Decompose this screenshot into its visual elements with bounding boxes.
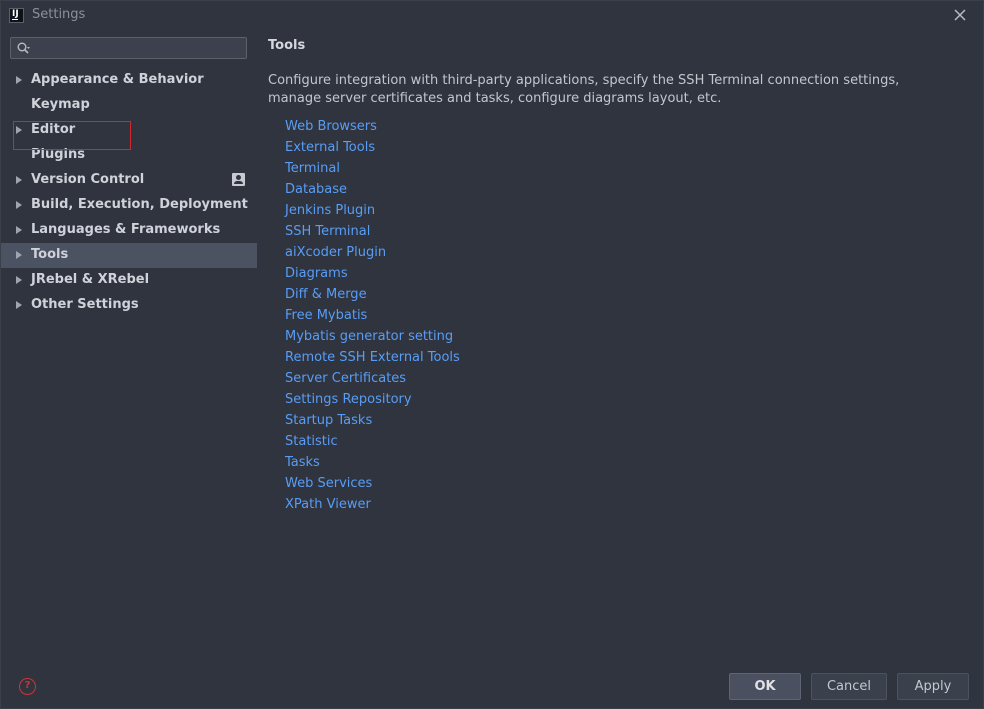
intellij-app-icon: IJ [9, 8, 24, 23]
sidebar-item-build-execution-deployment[interactable]: Build, Execution, Deployment [1, 193, 257, 218]
close-button[interactable] [947, 4, 973, 26]
link-settings-repository[interactable]: Settings Repository [285, 389, 460, 410]
sidebar-item-appearance-behavior[interactable]: Appearance & Behavior [1, 68, 257, 93]
sidebar-item-label: Tools [31, 247, 69, 262]
link-terminal[interactable]: Terminal [285, 158, 460, 179]
settings-window: IJ Settings Appearance & Behavior Keymap E… [0, 0, 984, 709]
sidebar-item-label: Keymap [31, 97, 90, 112]
expand-arrow-icon[interactable] [16, 126, 22, 134]
page-description: Configure integration with third-party a… [268, 73, 900, 106]
sidebar-item-label: Plugins [31, 147, 85, 162]
link-web-services[interactable]: Web Services [285, 473, 460, 494]
sidebar-item-editor[interactable]: Editor [1, 118, 257, 143]
settings-sidebar: Appearance & Behavior Keymap Editor Plugins… [1, 31, 257, 671]
expand-arrow-icon[interactable] [16, 226, 22, 234]
help-button[interactable]: ? [19, 678, 36, 695]
link-jenkins-plugin[interactable]: Jenkins Plugin [285, 200, 460, 221]
sidebar-item-label: Other Settings [31, 297, 139, 312]
sidebar-item-tools[interactable]: Tools [1, 243, 257, 268]
link-web-browsers[interactable]: Web Browsers [285, 116, 460, 137]
sidebar-item-label: JRebel & XRebel [31, 272, 150, 287]
sidebar-item-version-control[interactable]: Version Control [1, 168, 257, 193]
sidebar-item-label: Build, Execution, Deployment [31, 197, 248, 212]
sidebar-item-jrebel-xrebel[interactable]: JRebel & XRebel [1, 268, 257, 293]
search-input[interactable] [35, 39, 244, 59]
apply-button[interactable]: Apply [897, 673, 969, 700]
link-free-mybatis[interactable]: Free Mybatis [285, 305, 460, 326]
link-diagrams[interactable]: Diagrams [285, 263, 460, 284]
close-icon [954, 9, 966, 21]
cancel-button[interactable]: Cancel [811, 673, 887, 700]
link-remote-ssh-external-tools[interactable]: Remote SSH External Tools [285, 347, 460, 368]
link-startup-tasks[interactable]: Startup Tasks [285, 410, 460, 431]
link-server-certificates[interactable]: Server Certificates [285, 368, 460, 389]
link-diff-merge[interactable]: Diff & Merge [285, 284, 460, 305]
title-bar: IJ Settings [1, 1, 983, 31]
expand-arrow-icon[interactable] [16, 176, 22, 184]
link-aixcoder-plugin[interactable]: aiXcoder Plugin [285, 242, 460, 263]
link-mybatis-generator-setting[interactable]: Mybatis generator setting [285, 326, 460, 347]
expand-arrow-icon[interactable] [16, 76, 22, 84]
page-title: Tools [268, 38, 306, 53]
search-icon [17, 42, 30, 54]
expand-arrow-icon[interactable] [16, 276, 22, 284]
settings-tree: Appearance & Behavior Keymap Editor Plugins… [1, 68, 257, 318]
sidebar-item-other-settings[interactable]: Other Settings [1, 293, 257, 318]
sidebar-item-plugins[interactable]: Plugins [1, 143, 257, 168]
ok-button[interactable]: OK [729, 673, 801, 700]
settings-search[interactable] [10, 37, 247, 59]
link-tasks[interactable]: Tasks [285, 452, 460, 473]
sidebar-item-label: Appearance & Behavior [31, 72, 204, 87]
expand-arrow-icon[interactable] [16, 201, 22, 209]
tools-link-list: Web Browsers External Tools Terminal Databa… [285, 116, 460, 515]
link-xpath-viewer[interactable]: XPath Viewer [285, 494, 460, 515]
sidebar-item-label: Editor [31, 122, 76, 137]
content-panel: Tools Configure integration with third-p… [257, 31, 983, 671]
help-icon: ? [24, 680, 31, 691]
window-title: Settings [32, 7, 86, 22]
link-statistic[interactable]: Statistic [285, 431, 460, 452]
expand-arrow-icon[interactable] [16, 301, 22, 309]
expand-arrow-icon[interactable] [16, 251, 22, 259]
sidebar-item-languages-frameworks[interactable]: Languages & Frameworks [1, 218, 257, 243]
dialog-footer: ? OK Cancel Apply [1, 671, 983, 708]
sidebar-item-keymap[interactable]: Keymap [1, 93, 257, 118]
project-profile-icon [232, 173, 245, 186]
link-ssh-terminal[interactable]: SSH Terminal [285, 221, 460, 242]
link-external-tools[interactable]: External Tools [285, 137, 460, 158]
link-database[interactable]: Database [285, 179, 460, 200]
sidebar-item-label: Version Control [31, 172, 145, 187]
sidebar-item-label: Languages & Frameworks [31, 222, 221, 237]
